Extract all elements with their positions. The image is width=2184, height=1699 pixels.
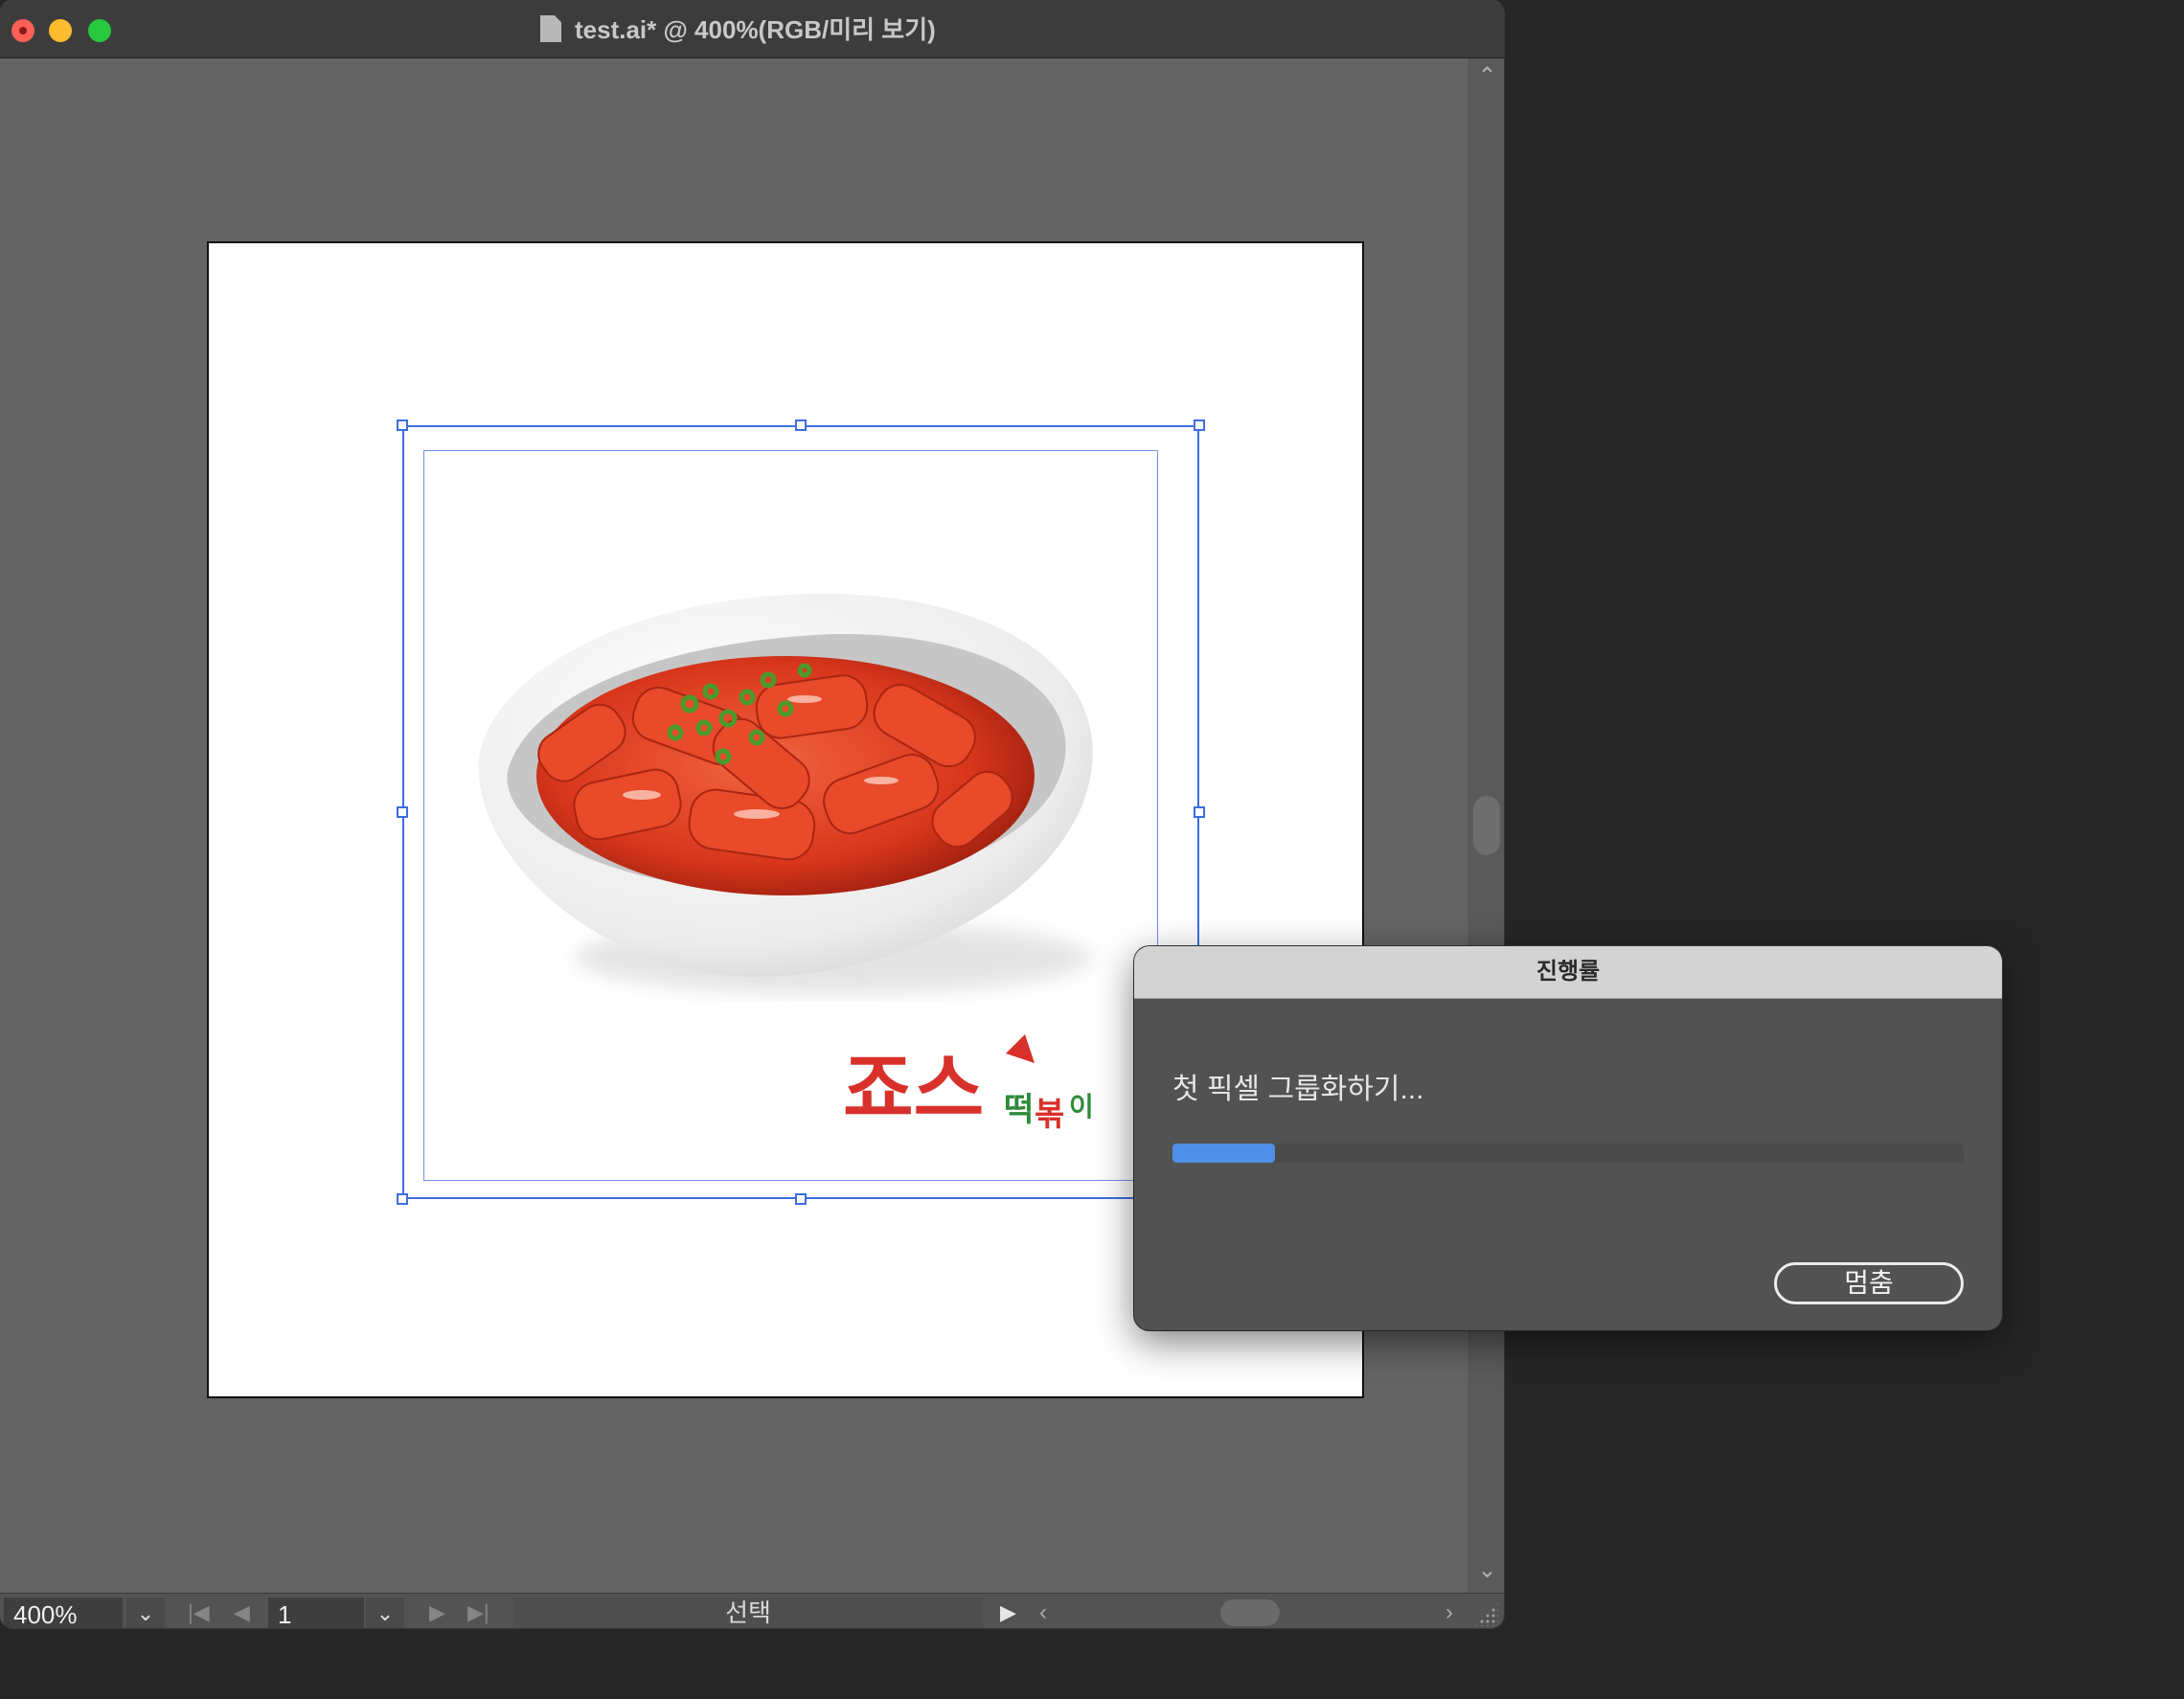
selection-bounding-box[interactable] [402,425,1199,1199]
status-bar: 400% ⌄ |◀ ◀ 1 ⌄ ▶ ▶| 선택 ▶ ‹ › [0,1593,1504,1628]
progress-bar-fill [1172,1144,1276,1163]
page-number-field[interactable]: 1 [268,1597,364,1628]
resize-handle-top[interactable] [795,419,807,431]
page-dropdown-chevron-down-icon[interactable]: ⌄ [366,1597,404,1628]
resize-handle-bottom[interactable] [795,1193,807,1205]
resize-grip-icon[interactable] [1473,1601,1498,1626]
vertical-scrollbar[interactable]: ⌃ ⌄ [1468,58,1504,1593]
previous-page-icon[interactable]: ◀ [234,1597,250,1628]
chevron-down-icon[interactable]: ⌄ [1469,1556,1504,1585]
chevron-up-icon[interactable]: ⌃ [1469,62,1504,91]
minimize-icon[interactable] [49,19,72,42]
resize-handle-bottom-left[interactable] [397,1193,408,1205]
last-page-icon[interactable]: ▶| [467,1597,489,1628]
resize-handle-right[interactable] [1194,806,1205,818]
status-text[interactable]: 선택 [513,1597,983,1628]
resize-handle-left[interactable] [397,806,408,818]
chevron-down-icon[interactable]: ⌄ [126,1597,165,1628]
resize-handle-top-left[interactable] [397,419,408,431]
horizontal-scrollbar[interactable]: ‹ › [1031,1597,1462,1628]
play-icon[interactable]: ▶ [1000,1597,1021,1628]
next-page-icon[interactable]: ▶ [429,1597,445,1628]
resize-handle-top-right[interactable] [1194,419,1205,431]
document-icon [540,15,561,42]
chevron-left-icon[interactable]: ‹ [1031,1597,1056,1628]
window-title: test.ai* @ 400%(RGB/미리 보기) [575,15,936,44]
first-page-icon[interactable]: |◀ [188,1597,210,1628]
progress-bar [1172,1144,1964,1163]
horizontal-scroll-thumb[interactable] [1220,1599,1280,1626]
vertical-scroll-thumb[interactable] [1473,796,1500,855]
zoom-level-field[interactable]: 400% [4,1597,123,1628]
illustrator-document-window: test.ai* @ 400%(RGB/미리 보기) ⌃ ⌄ 죠스 떡 볶 이 … [0,0,1504,1628]
progress-message: 첫 픽셀 그룹화하기... [1172,1074,1424,1105]
dialog-title: 진행률 [1134,946,2002,999]
chevron-right-icon[interactable]: › [1437,1597,1462,1628]
stop-button[interactable]: 멈춤 [1774,1262,1964,1304]
close-icon[interactable] [11,19,34,42]
progress-dialog: 진행률 첫 픽셀 그룹화하기... 멈춤 [1134,946,2002,1330]
maximize-icon[interactable] [88,19,111,42]
title-bar[interactable]: test.ai* @ 400%(RGB/미리 보기) [0,0,1504,58]
